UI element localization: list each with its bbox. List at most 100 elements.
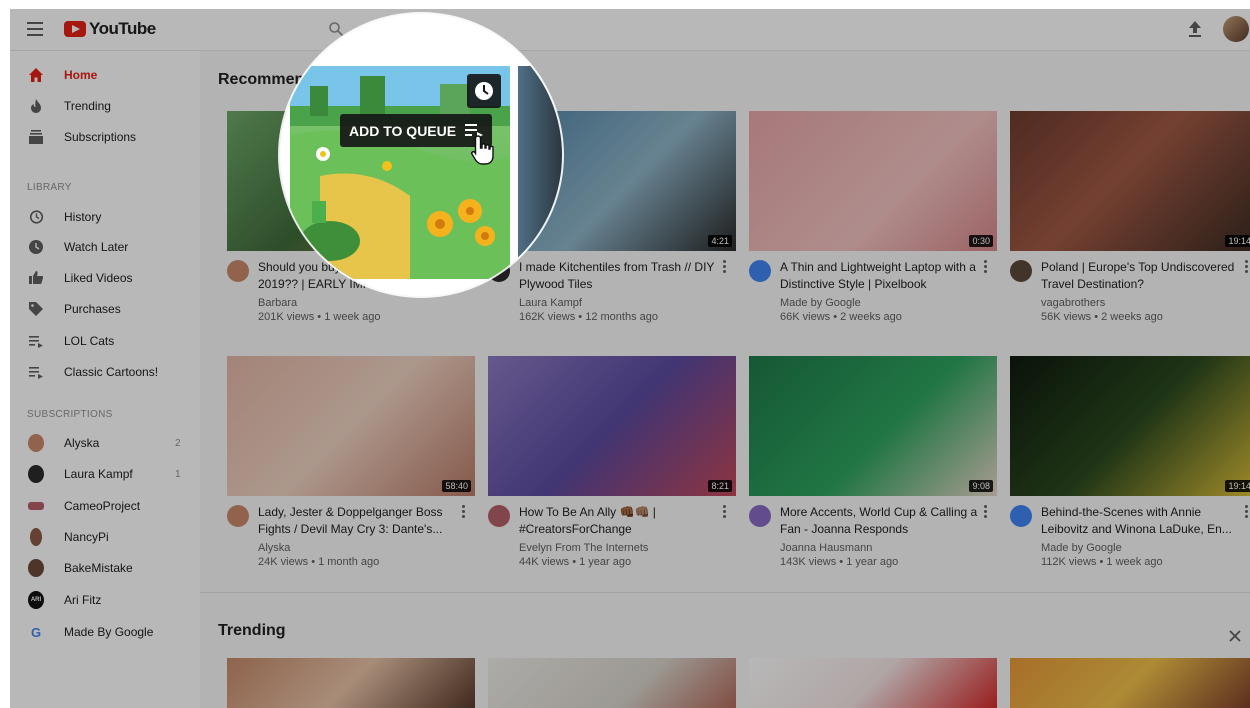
video-title[interactable]: Lady, Jester & Doppelganger Boss Fights … xyxy=(258,504,458,538)
channel-name[interactable]: Laura Kampf xyxy=(519,297,582,309)
duration-badge: 19:14 xyxy=(1225,480,1250,492)
channel-avatar[interactable] xyxy=(749,260,771,282)
video-card[interactable]: 8:21 How To Be An Ally 👊🏾👊🏽 | #CreatorsFo… xyxy=(488,356,738,586)
sidebar-item-classic-cartoons[interactable]: Classic Cartoons! xyxy=(10,357,200,387)
sidebar-sub-cameoproject[interactable]: CameoProject xyxy=(10,491,200,521)
sidebar-item-label: BakeMistake xyxy=(64,561,133,575)
sidebar-item-purchases[interactable]: Purchases xyxy=(10,294,200,324)
channel-avatar[interactable] xyxy=(227,260,249,282)
avatar xyxy=(28,502,44,510)
sidebar-item-liked-videos[interactable]: Liked Videos xyxy=(10,263,200,293)
video-meta: 24K views • 1 month ago xyxy=(258,556,380,568)
account-avatar[interactable] xyxy=(1223,16,1249,42)
video-card[interactable]: 58:40 Lady, Jester & Doppelganger Boss Fi… xyxy=(227,356,477,586)
trending-thumbnail[interactable] xyxy=(1010,658,1250,708)
video-title[interactable]: A Thin and Lightweight Laptop with a Dis… xyxy=(780,259,980,293)
channel-name[interactable]: Evelyn From The Internets xyxy=(519,542,648,554)
library-heading: LIBRARY xyxy=(27,182,72,193)
video-meta: 56K views • 2 weeks ago xyxy=(1041,311,1163,323)
video-meta: 44K views • 1 year ago xyxy=(519,556,632,568)
video-card[interactable]: 9:08 More Accents, World Cup & Calling a … xyxy=(749,356,999,586)
sidebar-item-trending[interactable]: Trending xyxy=(10,91,200,121)
video-card[interactable]: 19:14 Behind-the-Scenes with Annie Leibov… xyxy=(1010,356,1250,586)
trending-thumbnail[interactable] xyxy=(749,658,997,708)
sidebar-item-label: CameoProject xyxy=(64,499,141,513)
video-meta: 143K views • 1 year ago xyxy=(780,556,899,568)
sidebar-sub-bakemistake[interactable]: BakeMistake xyxy=(10,553,200,583)
avatar xyxy=(28,465,44,483)
duration-badge: 8:21 xyxy=(708,480,732,492)
more-options-icon[interactable] xyxy=(1245,260,1249,274)
sidebar-item-label: Watch Later xyxy=(64,240,129,254)
channel-avatar[interactable] xyxy=(749,505,771,527)
more-options-icon[interactable] xyxy=(984,260,988,274)
google-icon: G xyxy=(30,624,42,640)
watch-later-button[interactable] xyxy=(467,74,501,108)
new-video-count: 1 xyxy=(175,468,181,480)
more-options-icon[interactable] xyxy=(1245,505,1249,519)
sidebar-sub-laura-kampf[interactable]: Laura Kampf 1 xyxy=(10,459,200,489)
more-options-icon[interactable] xyxy=(723,505,727,519)
sidebar-sub-made-by-google[interactable]: G Made By Google xyxy=(10,617,200,647)
sidebar-sub-ari-fitz[interactable]: ARI Ari Fitz xyxy=(10,585,200,615)
more-options-icon[interactable] xyxy=(984,505,988,519)
sidebar-item-home[interactable]: Home xyxy=(10,60,200,90)
trending-thumbnail[interactable] xyxy=(488,658,736,708)
more-options-icon[interactable] xyxy=(462,505,466,519)
sidebar: Home Trending Subscriptions LIBRARY Hist… xyxy=(10,51,200,708)
channel-avatar[interactable] xyxy=(1010,505,1032,527)
sidebar-item-label: Liked Videos xyxy=(64,271,133,285)
channel-name[interactable]: vagabrothers xyxy=(1041,297,1105,309)
channel-name[interactable]: Barbara xyxy=(258,297,297,309)
sidebar-item-label: Classic Cartoons! xyxy=(64,365,159,379)
sidebar-item-label: Alyska xyxy=(64,436,100,450)
top-bar: YouTube xyxy=(10,9,1250,51)
video-thumbnail[interactable]: 9:08 xyxy=(749,356,997,496)
section-title-trending: Trending xyxy=(218,622,286,639)
sidebar-item-history[interactable]: History xyxy=(10,202,200,232)
sidebar-item-lol-cats[interactable]: LOL Cats xyxy=(10,326,200,356)
sidebar-item-label: Made By Google xyxy=(64,625,154,639)
video-title[interactable]: Behind-the-Scenes with Annie Leibovitz a… xyxy=(1041,504,1241,538)
sidebar-item-watch-later[interactable]: Watch Later xyxy=(10,232,200,262)
channel-name[interactable]: Joanna Hausmann xyxy=(780,542,872,554)
video-thumbnail[interactable]: 58:40 xyxy=(227,356,475,496)
sidebar-item-label: Trending xyxy=(64,99,111,113)
upload-icon[interactable] xyxy=(1187,20,1203,38)
video-title[interactable]: How To Be An Ally 👊🏾👊🏽 | #CreatorsForCha… xyxy=(519,504,719,538)
duration-badge: 4:21 xyxy=(708,235,732,247)
channel-avatar[interactable] xyxy=(488,505,510,527)
search-icon[interactable] xyxy=(328,21,344,37)
trending-thumbnail[interactable] xyxy=(227,658,475,708)
video-thumbnail[interactable]: 8:21 xyxy=(488,356,736,496)
avatar xyxy=(28,559,44,577)
magnifier-lens: ADD TO QUEUE xyxy=(280,14,562,296)
close-icon[interactable] xyxy=(1228,629,1242,643)
channel-avatar[interactable] xyxy=(1010,260,1032,282)
video-title[interactable]: More Accents, World Cup & Calling a Fan … xyxy=(780,504,980,538)
video-title[interactable]: Poland | Europe's Top Undiscovered Trave… xyxy=(1041,259,1241,293)
more-options-icon[interactable] xyxy=(723,260,727,274)
sidebar-item-label: NancyPi xyxy=(64,530,109,544)
video-thumbnail[interactable]: 19:14 xyxy=(1010,356,1250,496)
channel-name[interactable]: Made by Google xyxy=(780,297,861,309)
avatar xyxy=(30,528,42,546)
play-logo-icon xyxy=(64,21,86,37)
video-thumbnail[interactable]: 19:14 xyxy=(1010,111,1250,251)
video-card[interactable]: 0:30 A Thin and Lightweight Laptop with a… xyxy=(749,111,999,341)
video-meta: 162K views • 12 months ago xyxy=(519,311,658,323)
video-thumbnail[interactable]: 0:30 xyxy=(749,111,997,251)
sidebar-item-subscriptions[interactable]: Subscriptions xyxy=(10,122,200,152)
sidebar-item-label: Subscriptions xyxy=(64,130,137,144)
video-meta: 66K views • 2 weeks ago xyxy=(780,311,902,323)
video-meta: 201K views • 1 week ago xyxy=(258,311,381,323)
channel-name[interactable]: Alyska xyxy=(258,542,290,554)
video-card[interactable]: 19:14 Poland | Europe's Top Undiscovered … xyxy=(1010,111,1250,341)
channel-name[interactable]: Made by Google xyxy=(1041,542,1122,554)
youtube-logo[interactable]: YouTube xyxy=(64,19,156,39)
sidebar-item-label: Laura Kampf xyxy=(64,467,133,481)
sidebar-sub-nancypi[interactable]: NancyPi xyxy=(10,522,200,552)
menu-icon[interactable] xyxy=(27,22,43,36)
sidebar-sub-alyska[interactable]: Alyska 2 xyxy=(10,428,200,458)
channel-avatar[interactable] xyxy=(227,505,249,527)
